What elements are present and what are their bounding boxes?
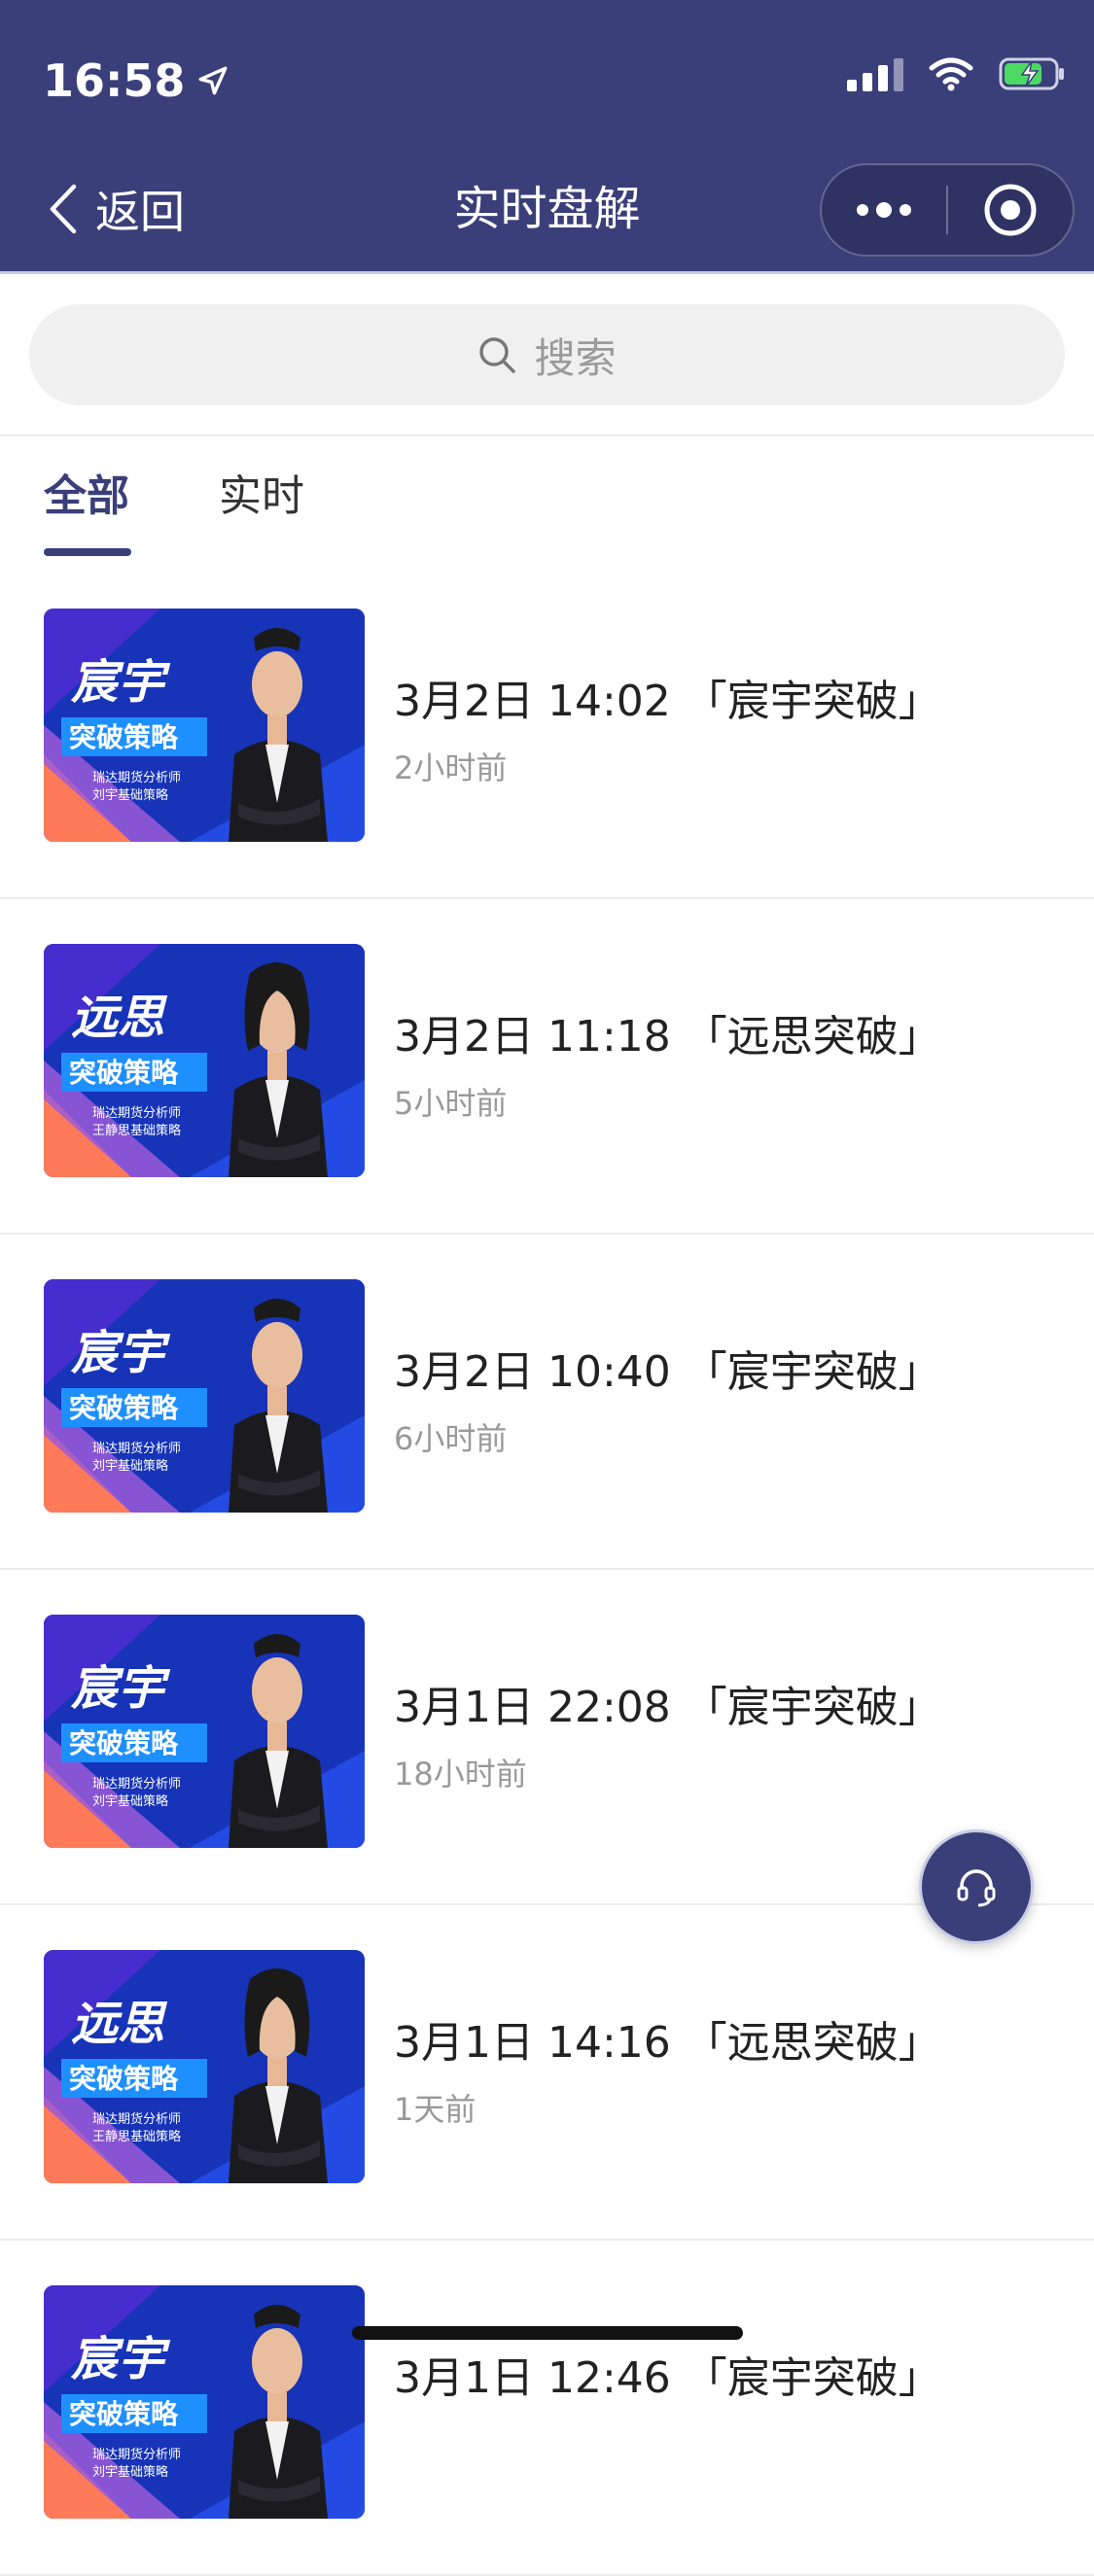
wifi-icon (929, 57, 973, 91)
item-title: 3月2日 14:02 「宸宇突破」 (394, 677, 941, 726)
list-item[interactable]: 宸宇 突破策略 瑞达期货分析师 刘宇基础策略 3月2日 10:40 「宸宇突破」… (0, 1235, 1094, 1570)
item-title: 3月1日 12:46 「宸宇突破」 (394, 2353, 941, 2403)
item-title: 3月2日 10:40 「宸宇突破」 (394, 1347, 941, 1397)
thumbnail-subtitle-1: 瑞达期货分析师 (92, 1776, 181, 1792)
location-arrow-icon (198, 66, 228, 95)
thumbnail-name-text: 远思 (71, 991, 168, 1045)
thumbnail-subtitle-2: 刘宇基础策略 (92, 1793, 168, 1809)
more-dots-icon (857, 202, 911, 218)
search-input[interactable]: 搜索 (29, 304, 1065, 405)
thumbnail-subtitle-1: 瑞达期货分析师 (92, 1105, 181, 1121)
status-icons (847, 56, 1067, 91)
thumbnail-strategy-text: 突破策略 (69, 1727, 179, 1759)
thumbnail-subtitle-2: 刘宇基础策略 (92, 1458, 168, 1474)
list-item[interactable]: 宸宇 突破策略 瑞达期货分析师 刘宇基础策略 3月1日 12:46 「宸宇突破」 (0, 2241, 1094, 2576)
thumbnail-strategy-text: 突破策略 (69, 1057, 179, 1089)
video-list: 宸宇 突破策略 瑞达期货分析师 刘宇基础策略 3月2日 14:02 「宸宇突破」… (0, 564, 1094, 2576)
battery-charging-icon (999, 57, 1064, 90)
thumbnail-strategy-text: 突破策略 (69, 721, 179, 753)
thumbnail-subtitle-2: 王静思基础策略 (92, 2129, 181, 2144)
list-item[interactable]: 远思 突破策略 瑞达期货分析师 王静思基础策略 3月2日 11:18 「远思突破… (0, 899, 1094, 1235)
video-thumbnail: 宸宇 突破策略 瑞达期货分析师 刘宇基础策略 (44, 1615, 365, 1848)
search-icon (479, 337, 516, 373)
thumbnail-graphic: 宸宇 突破策略 瑞达期货分析师 刘宇基础策略 (44, 1615, 365, 1848)
thumbnail-subtitle-2: 刘宇基础策略 (92, 2464, 168, 2480)
status-time: 16:58 (43, 54, 229, 107)
customer-service-button[interactable] (919, 1829, 1034, 1944)
item-time-ago: 6小时前 (394, 1420, 508, 1457)
item-title: 3月2日 11:18 「远思突破」 (394, 1012, 941, 1062)
thumbnail-subtitle-1: 瑞达期货分析师 (92, 2447, 181, 2462)
thumbnail-graphic: 远思 突破策略 瑞达期货分析师 王静思基础策略 (44, 1950, 365, 2183)
item-title: 3月1日 14:16 「远思突破」 (394, 2018, 941, 2068)
signal-icon (847, 56, 903, 91)
search-placeholder: 搜索 (534, 333, 617, 382)
status-time-text: 16:58 (43, 54, 186, 107)
video-thumbnail: 宸宇 突破策略 瑞达期货分析师 刘宇基础策略 (44, 1279, 365, 1513)
thumbnail-strategy-text: 突破策略 (69, 1392, 179, 1424)
thumbnail-strategy-text: 突破策略 (69, 2398, 179, 2430)
thumbnail-subtitle-1: 瑞达期货分析师 (92, 770, 181, 785)
tab-realtime[interactable]: 实时 (219, 461, 304, 523)
thumbnail-name-text: 宸宇 (70, 655, 171, 710)
tab-active-indicator (44, 548, 131, 556)
home-indicator (352, 2326, 743, 2340)
more-button[interactable] (822, 165, 946, 255)
thumbnail-name-text: 远思 (71, 1997, 168, 2051)
thumbnail-subtitle-2: 刘宇基础策略 (92, 787, 168, 803)
header-bar: 16:58 返回 实时盘解 (0, 0, 1094, 274)
tab-all[interactable]: 全部 (44, 461, 129, 523)
item-time-ago: 1天前 (394, 2091, 476, 2128)
item-title: 3月1日 22:08 「宸宇突破」 (394, 1683, 941, 1732)
video-thumbnail: 远思 突破策略 瑞达期货分析师 王静思基础策略 (44, 944, 365, 1177)
thumbnail-graphic: 远思 突破策略 瑞达期货分析师 王静思基础策略 (44, 944, 365, 1177)
item-time-ago: 2小时前 (394, 749, 508, 786)
search-section: 搜索 (0, 277, 1094, 436)
customer-service-headset-icon (957, 1869, 996, 1907)
item-time-ago: 18小时前 (394, 1756, 527, 1793)
thumbnail-name-text: 宸宇 (70, 2332, 171, 2386)
mini-program-capsule (820, 163, 1075, 257)
item-time-ago: 5小时前 (394, 1085, 508, 1122)
thumbnail-subtitle-1: 瑞达期货分析师 (92, 2111, 181, 2127)
thumbnail-graphic: 宸宇 突破策略 瑞达期货分析师 刘宇基础策略 (44, 1279, 365, 1513)
tab-bar: 全部 实时 (0, 439, 1094, 564)
list-item[interactable]: 宸宇 突破策略 瑞达期货分析师 刘宇基础策略 3月2日 14:02 「宸宇突破」… (0, 564, 1094, 899)
thumbnail-strategy-text: 突破策略 (69, 2063, 179, 2095)
thumbnail-graphic: 宸宇 突破策略 瑞达期货分析师 刘宇基础策略 (44, 2285, 365, 2519)
thumbnail-graphic: 宸宇 突破策略 瑞达期货分析师 刘宇基础策略 (44, 609, 365, 842)
thumbnail-name-text: 宸宇 (70, 1661, 171, 1716)
video-thumbnail: 宸宇 突破策略 瑞达期货分析师 刘宇基础策略 (44, 2285, 365, 2519)
video-thumbnail: 宸宇 突破策略 瑞达期货分析师 刘宇基础策略 (44, 609, 365, 842)
video-thumbnail: 远思 突破策略 瑞达期货分析师 王静思基础策略 (44, 1950, 365, 2183)
thumbnail-subtitle-1: 瑞达期货分析师 (92, 1441, 181, 1456)
record-target-icon (984, 184, 1037, 236)
close-miniprogram-button[interactable] (948, 165, 1073, 255)
thumbnail-name-text: 宸宇 (70, 1326, 171, 1380)
list-item[interactable]: 远思 突破策略 瑞达期货分析师 王静思基础策略 3月1日 14:16 「远思突破… (0, 1905, 1094, 2241)
thumbnail-subtitle-2: 王静思基础策略 (92, 1123, 181, 1138)
